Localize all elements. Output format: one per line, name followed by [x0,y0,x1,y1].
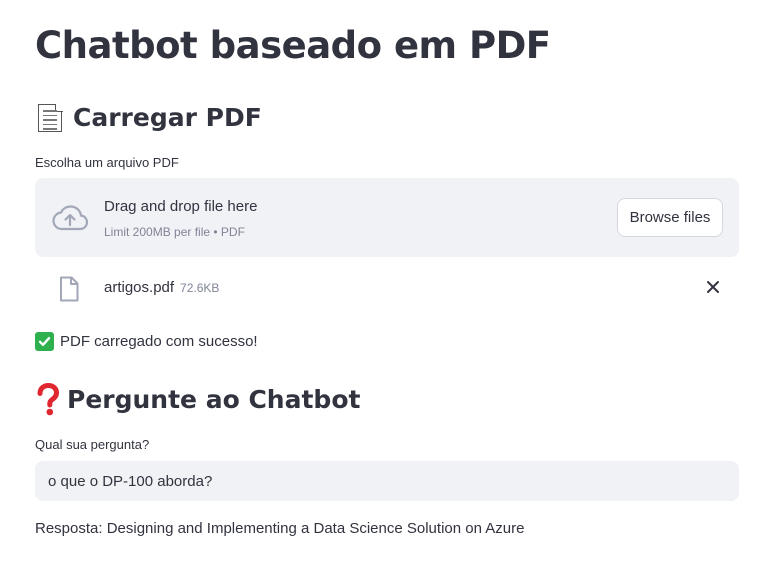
upload-heading-text: Carregar PDF [73,103,262,132]
file-uploader-label: Escolha um arquivo PDF [35,155,179,170]
question-mark-icon [37,383,60,416]
uploaded-file-size: 72.6KB [180,281,220,295]
uploaded-file-row: artigos.pdf 72.6KB [35,268,739,308]
dropzone-instructions: Drag and drop file here Limit 200MB per … [104,198,257,239]
page-facing-up-icon [35,102,67,134]
question-heading-text: Pergunte ao Chatbot [67,385,361,414]
success-message: PDF carregado com sucesso! [35,332,258,351]
file-dropzone[interactable]: Drag and drop file here Limit 200MB per … [35,178,739,257]
file-icon [60,276,79,302]
answer-text: Resposta: Designing and Implementing a D… [35,520,525,537]
check-mark-icon [35,332,54,351]
question-section-heading: Pergunte ao Chatbot [35,382,360,418]
question-input[interactable] [35,461,739,501]
dropzone-main-text: Drag and drop file here [104,198,258,215]
file-name-text: artigos.pdf [104,279,175,296]
browse-files-button[interactable]: Browse files [617,198,723,237]
app-page: Chatbot baseado em PDF Carregar PDF Esco… [0,0,772,568]
uploaded-file-name: artigos.pdf 72.6KB [104,279,219,296]
close-icon[interactable] [705,279,721,295]
success-message-text: PDF carregado com sucesso! [60,333,258,350]
cloud-upload-icon [52,205,88,231]
dropzone-limit-text: Limit 200MB per file • PDF [104,225,245,239]
question-input-label: Qual sua pergunta? [35,437,150,452]
upload-section-heading: Carregar PDF [35,100,262,136]
page-title: Chatbot baseado em PDF [35,24,551,67]
